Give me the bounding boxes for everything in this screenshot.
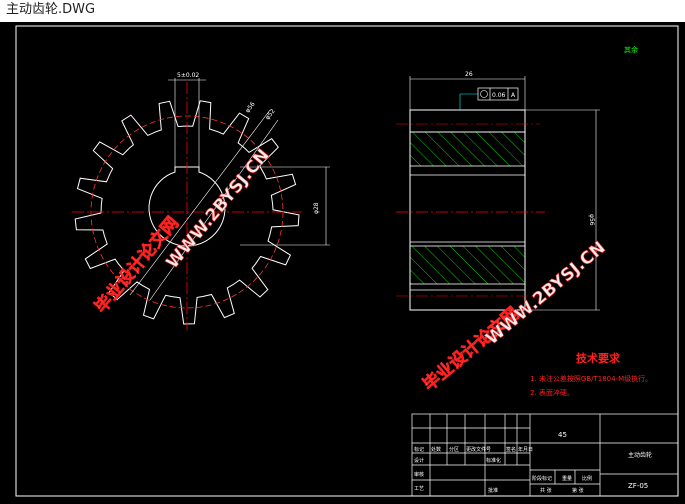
tech-requirements: 技术要求 1. 未注公差按照GB/T1804-M级执行。 2. 表面淬硬。 bbox=[530, 351, 652, 397]
cad-canvas[interactable]: 其余 5±0.02 φ56 φ52 φ28 26 0.06 A φ56 技术要求… bbox=[0, 22, 685, 504]
sheet-no: 第 张 bbox=[572, 487, 584, 494]
runout-symbol-icon bbox=[480, 90, 488, 98]
hdr-sign: 签名 bbox=[506, 446, 516, 453]
watermark-left: 毕业设计论文网 WWW.2BYSJ.CN bbox=[90, 145, 274, 317]
bore-dimension-label: φ28 bbox=[313, 202, 320, 214]
title-block-text: 45 主动齿轮 ZF-05 标记 处数 分区 更改文件号 签名 年月日 设计 标… bbox=[414, 431, 652, 494]
scale-label: 比例 bbox=[582, 475, 592, 482]
approve-label: 批准 bbox=[488, 487, 498, 494]
hdr-zone: 分区 bbox=[449, 446, 459, 453]
hdr-count: 处数 bbox=[431, 446, 441, 453]
roughness-note: 其余 bbox=[624, 45, 638, 54]
part-name: 主动齿轮 bbox=[628, 451, 652, 459]
tech-requirement-1: 1. 未注公差按照GB/T1804-M级执行。 bbox=[530, 374, 652, 383]
hatch-top bbox=[409, 131, 526, 167]
process-label: 工艺 bbox=[414, 486, 424, 492]
width-label: 26 bbox=[465, 71, 473, 78]
watermark-url-left: WWW.2BYSJ.CN bbox=[163, 146, 274, 273]
outer-diameter-label: φ56 bbox=[244, 101, 257, 115]
tech-requirements-title: 技术要求 bbox=[576, 351, 621, 365]
standard-label: 标准化 bbox=[486, 457, 501, 464]
pitch-diameter-label: φ52 bbox=[264, 108, 277, 122]
stage-label: 阶段标记 bbox=[532, 475, 552, 482]
material-label: 45 bbox=[558, 431, 567, 439]
height-label: φ56 bbox=[588, 214, 595, 226]
sheet-total: 共 张 bbox=[540, 487, 552, 494]
keyway-tolerance: 5±0.02 bbox=[177, 72, 199, 79]
review-label: 审核 bbox=[414, 471, 424, 478]
tolerance-value: 0.06 bbox=[492, 92, 506, 99]
hdr-change: 更改文件号 bbox=[466, 446, 491, 453]
hdr-date: 年月日 bbox=[518, 446, 533, 453]
window-title: 主动齿轮.DWG bbox=[0, 0, 685, 22]
hatch-bottom bbox=[409, 245, 526, 285]
datum-label: A bbox=[511, 92, 516, 99]
weight-label: 重量 bbox=[562, 475, 572, 482]
drawing-svg: 其余 5±0.02 φ56 φ52 φ28 26 0.06 A φ56 技术要求… bbox=[15, 25, 679, 497]
drawing-number: ZF-05 bbox=[628, 482, 648, 490]
design-label: 设计 bbox=[414, 457, 424, 464]
diameter-leader-1 bbox=[129, 109, 271, 296]
hdr-mark: 标记 bbox=[414, 446, 424, 453]
tech-requirement-2: 2. 表面淬硬。 bbox=[530, 388, 574, 397]
